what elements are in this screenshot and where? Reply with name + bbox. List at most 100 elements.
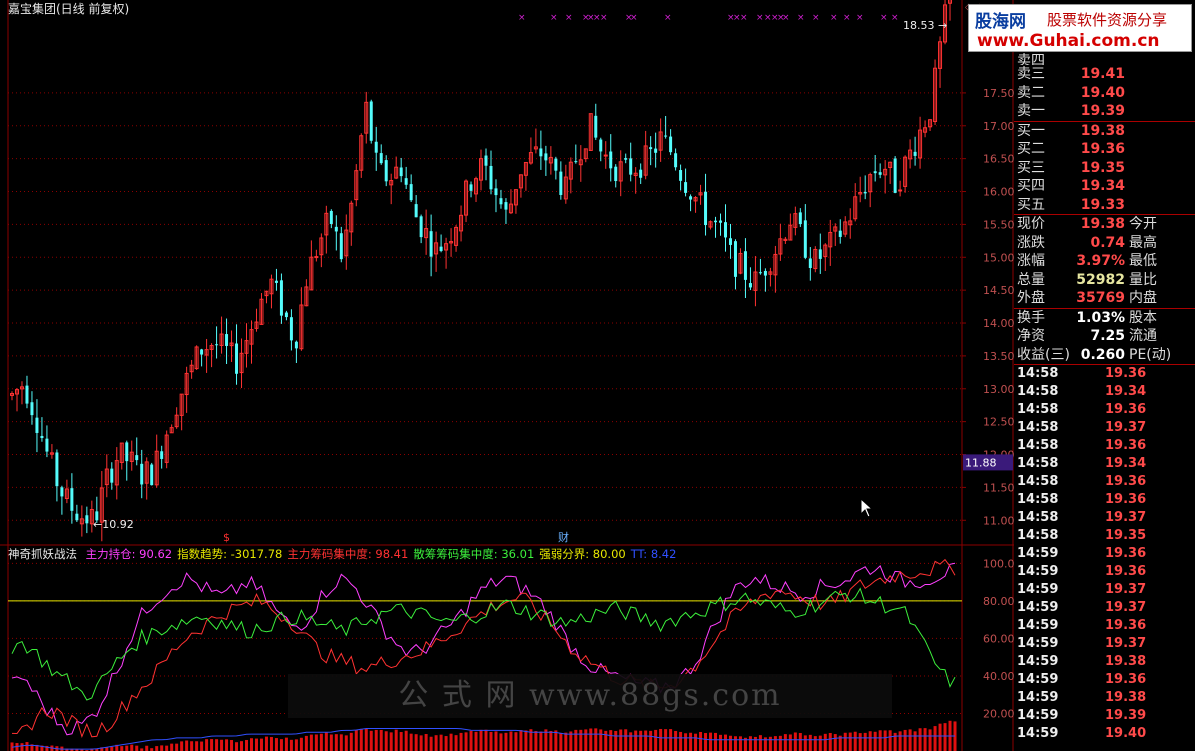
volume-bar <box>519 730 523 751</box>
price-axis-label: 12.50 <box>983 416 1014 429</box>
volume-bar <box>264 736 268 751</box>
volume-bar <box>404 730 408 751</box>
candle-body-down <box>748 283 752 288</box>
watermark-88gs: 公 式 网 www.88gs.com <box>288 674 892 718</box>
volume-bar <box>215 739 219 751</box>
volume-bar <box>389 732 393 751</box>
volume-bar <box>394 729 398 751</box>
candle-body-down <box>599 139 603 152</box>
volume-bar <box>424 734 428 751</box>
candle-body-down <box>414 204 418 218</box>
volume-bar <box>419 735 423 751</box>
price-axis-label: 14.50 <box>983 284 1014 297</box>
candle-body-down <box>704 191 708 226</box>
mouse-cursor-icon <box>860 498 874 518</box>
candle-body-down <box>60 487 64 497</box>
volume-bar <box>883 730 887 751</box>
volume-bar <box>439 734 443 751</box>
volume-bar <box>813 736 817 751</box>
candle-body-down <box>499 198 503 205</box>
candle-body-down <box>379 153 383 164</box>
volume-bar <box>753 736 757 751</box>
tick-row: 14:59 19.36 <box>1017 546 1147 561</box>
price-axis-label: 11.50 <box>983 481 1014 494</box>
price-axis-label: 16.00 <box>983 186 1014 199</box>
candle-body-down <box>504 202 508 210</box>
volume-bar <box>853 731 857 751</box>
candle-body-down <box>25 385 29 404</box>
ask-row-3: 卖一 19.39 <box>1017 103 1125 119</box>
signal-marker: × <box>550 13 558 23</box>
volume-bar <box>574 729 578 751</box>
bid-row-1: 买二 19.36 <box>1017 141 1125 157</box>
ind-axis-label: 20.00 <box>983 707 1014 720</box>
candle-body-down <box>429 231 433 257</box>
volume-bar <box>334 734 338 751</box>
candle-body-down <box>554 158 558 171</box>
ind-axis-label: 80.00 <box>983 595 1014 608</box>
ask-row-1: 卖三 19.41 <box>1017 66 1125 82</box>
volume-bar <box>185 740 189 751</box>
ask-row-0: 卖四 <box>1017 53 1045 65</box>
candle-body-down <box>279 280 283 316</box>
volume-bar <box>489 731 493 751</box>
volume-bar <box>768 736 772 751</box>
kline-chart[interactable]: 17.50 17.00 16.50 16.00 15.50 15.00 14.50 14.00… <box>0 0 1014 751</box>
volume-bar <box>843 732 847 751</box>
volume-bar <box>539 731 543 751</box>
candle-body-down <box>469 184 473 191</box>
indicator-item-0: 主力持仓: 90.62 <box>85 547 173 561</box>
volume-bar <box>349 732 353 751</box>
volume-bar <box>379 729 383 751</box>
volume-bar <box>474 731 478 751</box>
candle-body-down <box>758 272 762 274</box>
bid-row-2: 买三 19.35 <box>1017 159 1125 176</box>
candle-body-down <box>369 101 373 141</box>
candle-body-down <box>494 188 498 196</box>
volume-bar <box>629 732 633 751</box>
volume-bar <box>240 741 244 751</box>
candle-body-down <box>878 172 882 175</box>
volume-bar <box>210 739 214 751</box>
indicator-item-5: TT: 8.42 <box>630 547 677 561</box>
indicator-item-4: 强弱分界: 80.00 <box>539 547 626 561</box>
quote-panel: 卖四 卖三 19.41 卖二 19.40 卖一 19.39 买一 19.38 买二 19.36 买三 1… <box>1014 52 1195 743</box>
watermark-line2: www.Guhai.com.cn <box>977 31 1160 51</box>
volume-bar <box>130 744 134 751</box>
volume-bar <box>354 729 358 751</box>
tick-row: 14:59 19.39 <box>1017 708 1147 723</box>
candle-body-down <box>225 334 229 346</box>
volume-bar <box>923 728 927 751</box>
signal-marker: × <box>756 13 764 23</box>
candle-body-down <box>284 312 288 318</box>
volume-bar <box>723 734 727 751</box>
bid-row-0: 买一 19.38 <box>1017 122 1125 139</box>
candle-body-down <box>125 442 129 462</box>
volume-bar <box>434 735 438 751</box>
volume-bar <box>259 738 263 751</box>
volume-bar <box>504 732 508 751</box>
volume-bar <box>689 732 693 751</box>
candle-body-down <box>719 220 723 223</box>
candle-body-down <box>45 438 49 452</box>
volume-bar <box>808 734 812 751</box>
volume-bar <box>20 743 24 751</box>
volume-bar <box>833 734 837 751</box>
volume-bar <box>200 741 204 751</box>
signal-marker: × <box>664 13 672 23</box>
volume-bar <box>728 735 732 751</box>
volume-bar <box>284 737 288 751</box>
stat-row-3: 总量 52982 量比 <box>1017 271 1157 288</box>
volume-bar <box>733 736 737 751</box>
volume-bar <box>289 739 293 751</box>
candle-body-down <box>329 210 333 224</box>
candle-body-down <box>35 417 39 433</box>
tick-row: 14:58 19.37 <box>1017 420 1147 435</box>
signal-marker: × <box>600 13 608 23</box>
tick-row: 14:59 19.37 <box>1017 600 1147 615</box>
volume-bar <box>714 732 718 751</box>
signal-marker: × <box>630 13 638 23</box>
tick-row: 14:59 19.38 <box>1017 654 1147 669</box>
volume-bar <box>803 735 807 751</box>
volume-bar <box>190 741 194 751</box>
